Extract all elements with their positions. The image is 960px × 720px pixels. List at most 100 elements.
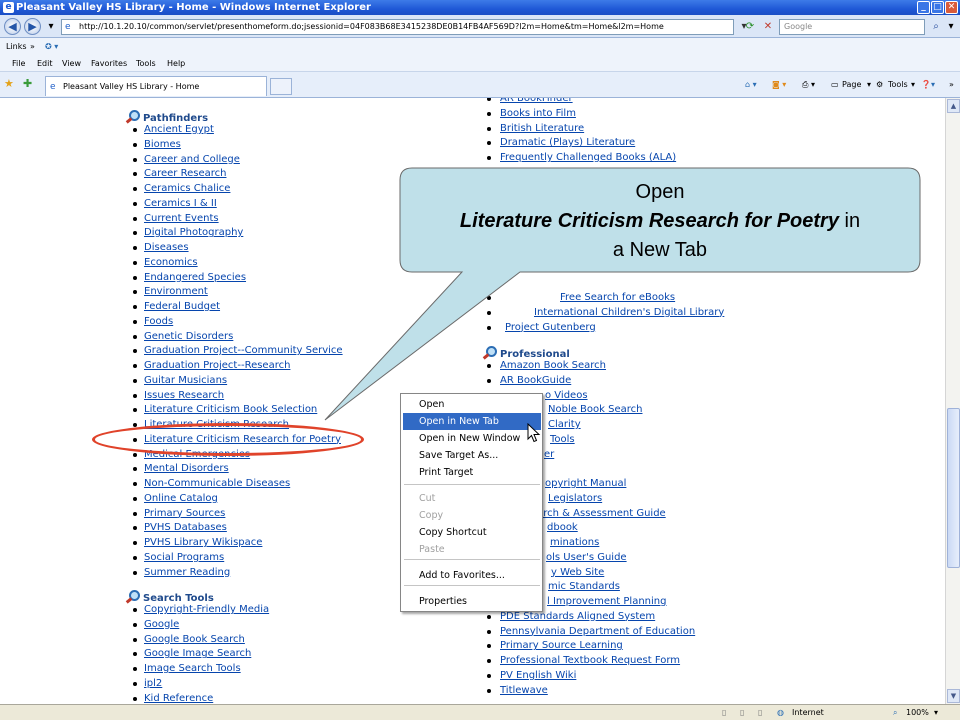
link-google[interactable]: Google xyxy=(144,619,179,631)
refresh-icon[interactable]: ⟳ xyxy=(742,19,758,35)
tools-menu[interactable]: Tools xyxy=(888,78,908,92)
link-google-image-search[interactable]: Google Image Search xyxy=(144,648,251,660)
link-minations[interactable]: minations xyxy=(550,537,599,549)
link-ar-bookguide[interactable]: AR BookGuide xyxy=(500,375,571,387)
link-current-events[interactable]: Current Events xyxy=(144,213,219,225)
favorites-star-icon[interactable]: ★ xyxy=(4,77,14,90)
link-pvhs-databases[interactable]: PVHS Databases xyxy=(144,522,227,534)
link-earch-assessment-guide[interactable]: earch & Assessment Guide xyxy=(531,508,666,520)
link-pv-english-wiki[interactable]: PV English Wiki xyxy=(500,670,576,682)
link-foods[interactable]: Foods xyxy=(144,316,173,328)
link-mic-standards[interactable]: mic Standards xyxy=(548,581,620,593)
link-british-literature[interactable]: British Literature xyxy=(500,123,584,135)
link-career-research[interactable]: Career Research xyxy=(144,168,226,180)
menu-item-copy-shortcut[interactable]: Copy Shortcut xyxy=(403,524,541,541)
zoom-level[interactable]: 100% xyxy=(906,705,929,720)
gear-icon[interactable]: ⚙ xyxy=(876,78,883,92)
link-ceramics-i-ii[interactable]: Ceramics I & II xyxy=(144,198,217,210)
menu-item-properties[interactable]: Properties xyxy=(403,593,541,610)
address-input[interactable]: e http://10.1.20.10/common/servlet/prese… xyxy=(61,19,734,35)
new-tab-button[interactable] xyxy=(270,78,292,95)
menu-tools[interactable]: Tools xyxy=(136,56,156,72)
chevron-right-icon[interactable]: » xyxy=(30,38,35,56)
home-icon[interactable]: ⌂ ▾ xyxy=(745,78,757,92)
link-graduation-project-research[interactable]: Graduation Project--Research xyxy=(144,360,290,372)
link-project-gutenberg[interactable]: Project Gutenberg xyxy=(505,322,596,334)
menu-file[interactable]: File xyxy=(12,56,25,72)
help-icon[interactable]: ❓▾ xyxy=(921,78,935,92)
menu-view[interactable]: View xyxy=(62,56,81,72)
zoom-icon[interactable]: ⌕ xyxy=(893,705,897,720)
close-button[interactable]: ✕ xyxy=(945,1,958,14)
page-dropdown-icon[interactable]: ▾ xyxy=(867,78,871,92)
link-career-and-college[interactable]: Career and College xyxy=(144,154,240,166)
link-environment[interactable]: Environment xyxy=(144,286,208,298)
link-pde-standards-aligned-system[interactable]: PDE Standards Aligned System xyxy=(500,611,655,623)
link-graduation-project-community-service[interactable]: Graduation Project--Community Service xyxy=(144,345,343,357)
menu-item-save-target-as[interactable]: Save Target As... xyxy=(403,447,541,464)
zoom-dropdown-icon[interactable]: ▾ xyxy=(934,705,938,720)
links-label[interactable]: Links xyxy=(6,38,27,56)
history-dropdown-icon[interactable]: ▾ xyxy=(43,19,59,35)
menu-item-open-in-new-window[interactable]: Open in New Window xyxy=(403,430,541,447)
menu-item-print-target[interactable]: Print Target xyxy=(403,464,541,481)
link-biomes[interactable]: Biomes xyxy=(144,139,181,151)
overflow-chevron-icon[interactable]: » xyxy=(949,78,954,92)
link-guitar-musicians[interactable]: Guitar Musicians xyxy=(144,375,227,387)
link-primary-source-learning[interactable]: Primary Source Learning xyxy=(500,640,623,652)
link-ceramics-chalice[interactable]: Ceramics Chalice xyxy=(144,183,230,195)
link-pvhs-library-wikispace[interactable]: PVHS Library Wikispace xyxy=(144,537,262,549)
link-pennsylvania-department-of-education[interactable]: Pennsylvania Department of Education xyxy=(500,626,695,638)
link-international-children-s-digital-library[interactable]: International Children's Digital Library xyxy=(534,307,724,319)
link-dbook[interactable]: dbook xyxy=(547,522,578,534)
forward-button[interactable]: ▶ xyxy=(24,18,41,35)
link-social-programs[interactable]: Social Programs xyxy=(144,552,224,564)
link-mental-disorders[interactable]: Mental Disorders xyxy=(144,463,229,475)
scroll-down-button[interactable]: ▼ xyxy=(947,689,960,703)
link-y-web-site[interactable]: y Web Site xyxy=(551,567,604,579)
link-tools[interactable]: Tools xyxy=(550,434,575,446)
link-frequently-challenged-books-ala[interactable]: Frequently Challenged Books (ALA) xyxy=(500,152,676,164)
link-opyright-manual[interactable]: opyright Manual xyxy=(545,478,626,490)
link-diseases[interactable]: Diseases xyxy=(144,242,189,254)
menu-favorites[interactable]: Favorites xyxy=(91,56,127,72)
back-button[interactable]: ◀ xyxy=(4,18,21,35)
link-titlewave[interactable]: Titlewave xyxy=(500,685,548,697)
link-genetic-disorders[interactable]: Genetic Disorders xyxy=(144,331,233,343)
link-o-videos[interactable]: o Videos xyxy=(545,390,588,402)
link-professional-textbook-request-form[interactable]: Professional Textbook Request Form xyxy=(500,655,680,667)
feeds-icon[interactable]: ◙ ▾ xyxy=(772,78,786,92)
link-copyright-friendly-media[interactable]: Copyright-Friendly Media xyxy=(144,604,269,616)
link-economics[interactable]: Economics xyxy=(144,257,198,269)
stop-icon[interactable]: ✕ xyxy=(760,19,776,35)
link-noble-book-search[interactable]: Noble Book Search xyxy=(548,404,642,416)
link-l-improvement-planning[interactable]: l Improvement Planning xyxy=(547,596,666,608)
page-menu[interactable]: Page xyxy=(842,78,861,92)
scroll-thumb[interactable] xyxy=(947,408,960,568)
menu-help[interactable]: Help xyxy=(167,56,185,72)
menu-edit[interactable]: Edit xyxy=(37,56,53,72)
link-ancient-egypt[interactable]: Ancient Egypt xyxy=(144,124,214,136)
link-endangered-species[interactable]: Endangered Species xyxy=(144,272,246,284)
link-clarity[interactable]: Clarity xyxy=(548,419,581,431)
menu-item-open[interactable]: Open xyxy=(403,396,541,413)
link-dramatic-plays-literature[interactable]: Dramatic (Plays) Literature xyxy=(500,137,635,149)
minimize-button[interactable]: _ xyxy=(917,1,930,14)
link-online-catalog[interactable]: Online Catalog xyxy=(144,493,218,505)
tab-home[interactable]: e Pleasant Valley HS Library - Home xyxy=(45,76,267,96)
page-menu-icon[interactable]: ▭ xyxy=(831,78,839,92)
search-options-icon[interactable]: ▾ xyxy=(943,19,959,35)
link-primary-sources[interactable]: Primary Sources xyxy=(144,508,225,520)
link-google-book-search[interactable]: Google Book Search xyxy=(144,634,245,646)
link-legislators[interactable]: Legislators xyxy=(548,493,602,505)
link-ar-bookfinder[interactable]: AR BookFinder xyxy=(500,98,573,105)
link-er[interactable]: er xyxy=(544,449,554,461)
link-kid-reference[interactable]: Kid Reference xyxy=(144,693,213,705)
link-amazon-book-search[interactable]: Amazon Book Search xyxy=(500,360,606,372)
link-free-search-for-ebooks[interactable]: Free Search for eBooks xyxy=(560,292,675,304)
menu-item-add-to-favorites[interactable]: Add to Favorites... xyxy=(403,567,541,584)
link-issues-research[interactable]: Issues Research xyxy=(144,390,224,402)
link-summer-reading[interactable]: Summer Reading xyxy=(144,567,230,579)
search-icon[interactable]: ⌕ xyxy=(928,19,944,35)
vertical-scrollbar[interactable]: ▲ ▼ xyxy=(945,98,960,704)
